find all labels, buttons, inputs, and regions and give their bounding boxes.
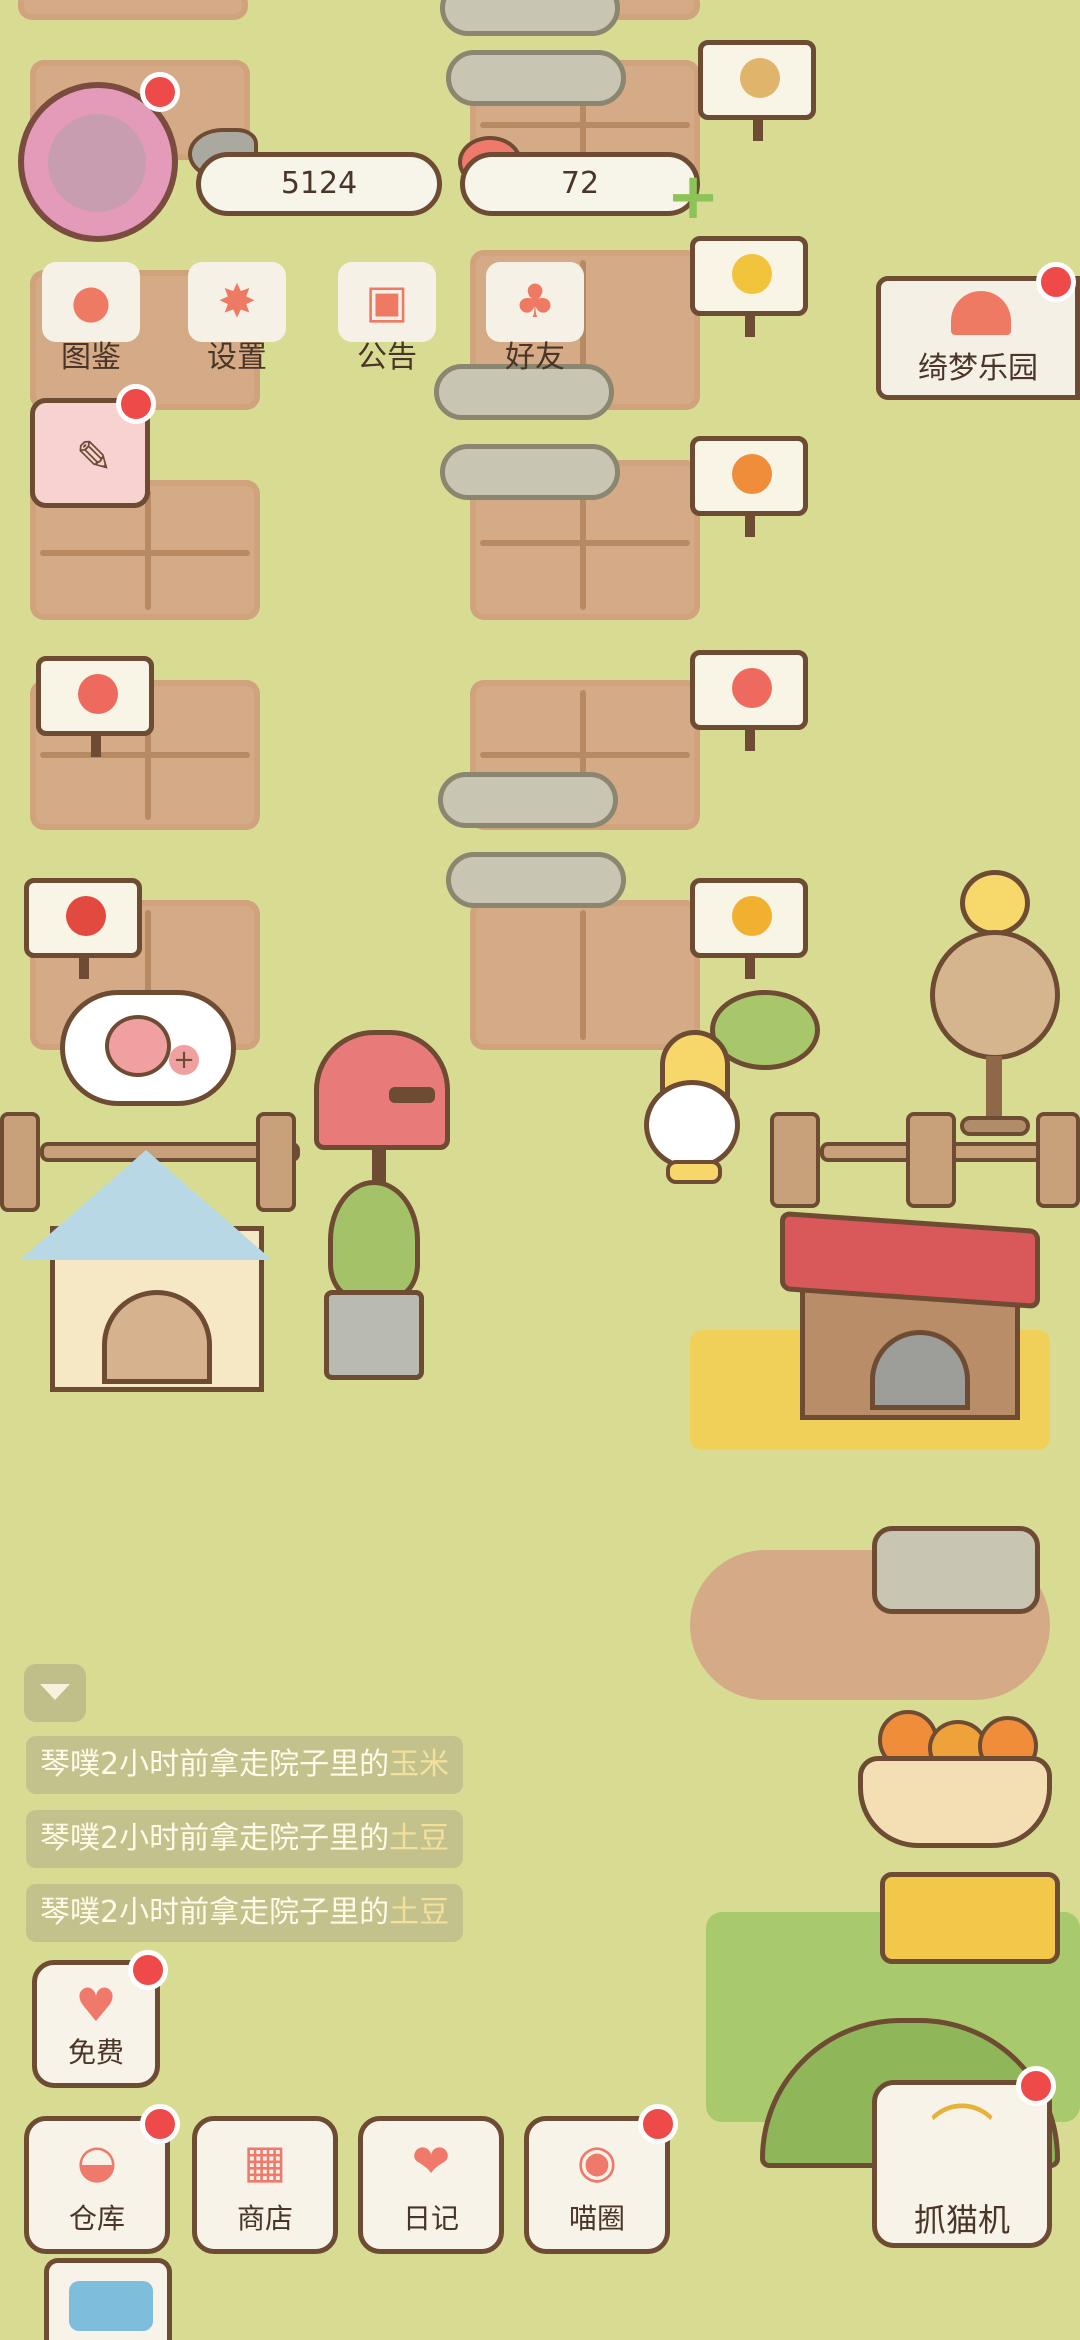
turnip-character[interactable] bbox=[640, 990, 820, 1190]
feeding-trough[interactable] bbox=[872, 1526, 1040, 1614]
mango-icon bbox=[732, 896, 772, 936]
gift-icon: ▣ bbox=[365, 274, 409, 328]
diary-icon: ❤ bbox=[411, 2134, 451, 2188]
menu-label: 公告 bbox=[357, 340, 417, 375]
chevron-down-icon bbox=[40, 1684, 70, 1700]
shop-icon: ▦ bbox=[243, 2134, 287, 2188]
farm-plot[interactable] bbox=[18, 0, 248, 20]
menu-settings-button[interactable]: ✸ 设置 bbox=[182, 262, 292, 375]
menu-announcement-button[interactable]: ▣ 公告 bbox=[332, 262, 442, 375]
plus-icon: + bbox=[169, 1045, 199, 1075]
stepping-stone bbox=[440, 0, 620, 36]
crop-sign-tomato[interactable] bbox=[690, 650, 808, 751]
potted-plant[interactable] bbox=[304, 1180, 444, 1380]
heart-currency-value: 72 bbox=[560, 166, 600, 201]
collapse-log-button[interactable] bbox=[24, 1664, 86, 1722]
hay-bale bbox=[880, 1872, 1060, 1964]
crop-sign-corn[interactable] bbox=[690, 236, 808, 337]
notification-dot bbox=[140, 72, 180, 112]
dog-request-bubble[interactable]: + bbox=[60, 990, 236, 1106]
cat-circle-label: 喵圈 bbox=[568, 2202, 625, 2235]
shop-button[interactable]: ▦ 商店 bbox=[192, 2116, 338, 2254]
tomato-icon bbox=[732, 668, 772, 708]
activity-log-item: 琴噗2小时前拿走院子里的土豆 bbox=[26, 1810, 464, 1868]
circus-tent-icon bbox=[951, 291, 1011, 335]
warehouse-icon: ◒ bbox=[76, 2134, 118, 2188]
carrot-icon bbox=[732, 454, 772, 494]
potato-icon bbox=[740, 58, 780, 98]
warehouse-label: 仓库 bbox=[68, 2202, 125, 2235]
fish-currency-counter[interactable]: 5124 bbox=[196, 152, 442, 216]
stepping-stone bbox=[446, 50, 626, 106]
free-gift-label: 免费 bbox=[67, 2036, 124, 2069]
notification-dot bbox=[1036, 262, 1076, 302]
diary-label: 日记 bbox=[402, 2202, 459, 2235]
claw-icon: ⌒ bbox=[930, 2100, 994, 2174]
stepping-stone bbox=[438, 772, 618, 828]
menu-label: 设置 bbox=[207, 340, 267, 375]
menu-label: 图鉴 bbox=[61, 340, 121, 375]
cat-planet-icon: ◉ bbox=[576, 2134, 618, 2188]
fish-icon bbox=[69, 2281, 153, 2331]
notification-dot bbox=[1016, 2066, 1056, 2106]
stepping-stone bbox=[440, 444, 620, 500]
tomato-icon bbox=[78, 674, 118, 714]
crop-sign-potato[interactable] bbox=[698, 40, 816, 141]
activity-log-item: 琴噗2小时前拿走院子里的土豆 bbox=[26, 1884, 464, 1942]
shop-label: 商店 bbox=[236, 2202, 293, 2235]
bird-topiary[interactable] bbox=[920, 870, 1080, 1150]
crop-sign-tomato[interactable] bbox=[36, 656, 154, 757]
strawberry-icon bbox=[66, 896, 106, 936]
crop-sign-carrot[interactable] bbox=[690, 436, 808, 537]
mailbox[interactable] bbox=[314, 1030, 450, 1150]
fish-currency-value: 5124 bbox=[280, 166, 358, 201]
gear-icon: ✸ bbox=[217, 274, 257, 328]
claw-machine-label: 抓猫机 bbox=[913, 2201, 1010, 2239]
vegetable-basket[interactable] bbox=[858, 1700, 1052, 1850]
chicken-coop[interactable] bbox=[780, 1210, 1040, 1430]
corn-icon bbox=[732, 254, 772, 294]
dog-face-icon bbox=[105, 1015, 171, 1077]
crop-sign-strawberry[interactable] bbox=[24, 878, 142, 979]
notification-dot bbox=[140, 2104, 180, 2144]
notification-dot bbox=[128, 1950, 168, 1990]
friends-icon: ♣ bbox=[514, 274, 556, 328]
claw-machine-button[interactable]: ⌒ 抓猫机 bbox=[872, 2080, 1052, 2248]
avatar-portrait bbox=[48, 114, 146, 212]
add-hearts-button[interactable]: + bbox=[664, 165, 722, 229]
partial-card[interactable] bbox=[44, 2258, 172, 2340]
crop-sign-mango[interactable] bbox=[690, 878, 808, 979]
notification-dot bbox=[638, 2104, 678, 2144]
stepping-stone bbox=[446, 852, 626, 908]
dog-house[interactable] bbox=[20, 1150, 272, 1400]
activity-log-item: 琴噗2小时前拿走院子里的玉米 bbox=[26, 1736, 464, 1794]
event-banner-label: 绮梦乐园 bbox=[918, 351, 1038, 386]
diary-button[interactable]: ❤ 日记 bbox=[358, 2116, 504, 2254]
notification-dot bbox=[116, 384, 156, 424]
menu-cat-book-button[interactable]: ● 图鉴 bbox=[36, 262, 146, 375]
menu-label: 好友 bbox=[505, 340, 565, 375]
pencil-icon: ✎ bbox=[75, 432, 113, 483]
menu-friends-button[interactable]: ♣ 好友 bbox=[480, 262, 590, 375]
cat-book-icon: ● bbox=[70, 274, 112, 328]
